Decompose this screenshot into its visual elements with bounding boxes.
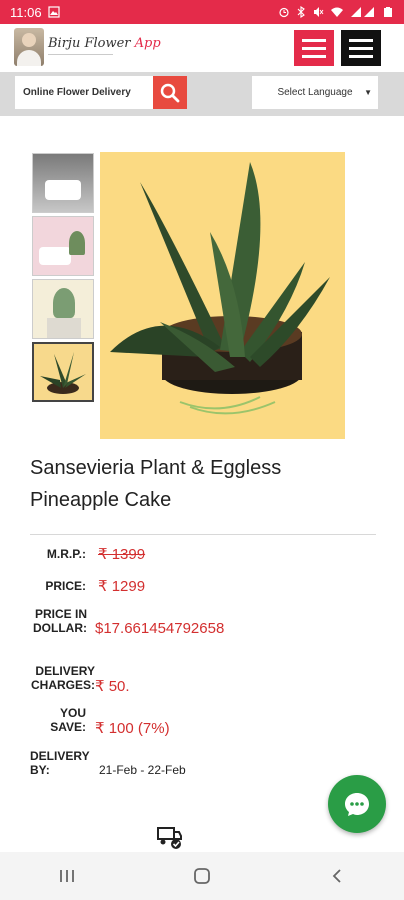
logo-avatar [14,28,44,66]
recents-button[interactable] [37,856,97,896]
home-button[interactable] [172,856,232,896]
divider [30,534,376,535]
status-bar: 11:06 [0,0,404,24]
signal-icon [350,6,376,18]
delivery-charges-value: ₹ 50. [95,678,130,695]
chat-bubble-icon [345,793,369,816]
delivery-truck-icon[interactable] [152,820,186,852]
app-header: Birju Flower App ————————————— [0,24,404,72]
thumbnail-plant-pot[interactable] [32,279,94,339]
delivery-date-label: DELIVERY BY: [30,749,90,777]
thumbnail-sansevieria[interactable] [32,342,94,402]
mrp-row: M.R.P.: ₹ 1399 [40,545,145,563]
delivery-date-row: DELIVERY BY: 21-Feb - 22-Feb [30,749,186,777]
search-icon [160,83,180,102]
price-row: PRICE: ₹ 1299 [42,577,145,595]
alarm-icon [278,6,290,18]
search-input[interactable] [15,76,153,109]
you-save-value: ₹ 100 (7%) [95,720,170,737]
battery-icon [382,6,394,18]
mrp-value: ₹ 1399 [98,546,146,563]
menu-button-primary[interactable] [294,30,334,66]
back-button[interactable] [307,856,367,896]
delivery-charges-row: DELIVERY CHARGES: ₹ 50. [30,664,130,695]
bluetooth-icon [296,6,306,18]
price-value: ₹ 1299 [98,578,146,595]
search-button[interactable] [153,76,187,109]
image-notification-icon [47,6,60,18]
product-main-image[interactable] [100,152,345,439]
mute-icon [312,6,324,18]
delivery-charges-label: DELIVERY CHARGES: [30,664,95,692]
app-logo[interactable]: Birju Flower App ————————————— [14,28,161,66]
logo-tagline: ————————————— [48,52,113,58]
menu-button-secondary[interactable] [341,30,381,66]
recents-icon [60,870,75,882]
delivery-date-value: 21-Feb - 22-Feb [99,763,186,777]
navigation-bar [0,852,404,900]
you-save-row: YOU SAVE: ₹ 100 (7%) [30,706,170,737]
product-title: Sansevieria Plant & Eggless Pineapple Ca… [30,457,282,511]
mrp-label: M.R.P.: [46,547,86,561]
caret-down-icon: ▼ [364,88,372,97]
thumbnail-cake[interactable] [32,153,94,213]
home-icon [194,868,210,884]
wifi-icon [330,6,344,18]
thumbnail-cake-plant[interactable] [32,216,94,276]
price-label: PRICE: [45,579,86,593]
thumbnail-list [32,153,94,405]
logo-title: Birju Flower App [48,36,161,51]
dollar-price-value: $17.661454792658 [95,620,225,637]
chat-button[interactable] [328,775,386,833]
language-select[interactable]: Select Language ▼ [252,76,378,109]
search-bar-row: Select Language ▼ [0,72,404,116]
status-time: 11:06 [10,4,42,20]
you-save-label: YOU SAVE: [50,706,86,734]
dollar-price-label: PRICE IN DOLLAR: [33,607,87,635]
dollar-price-row: PRICE IN DOLLAR: $17.661454792658 [30,607,225,637]
back-icon [332,869,341,883]
